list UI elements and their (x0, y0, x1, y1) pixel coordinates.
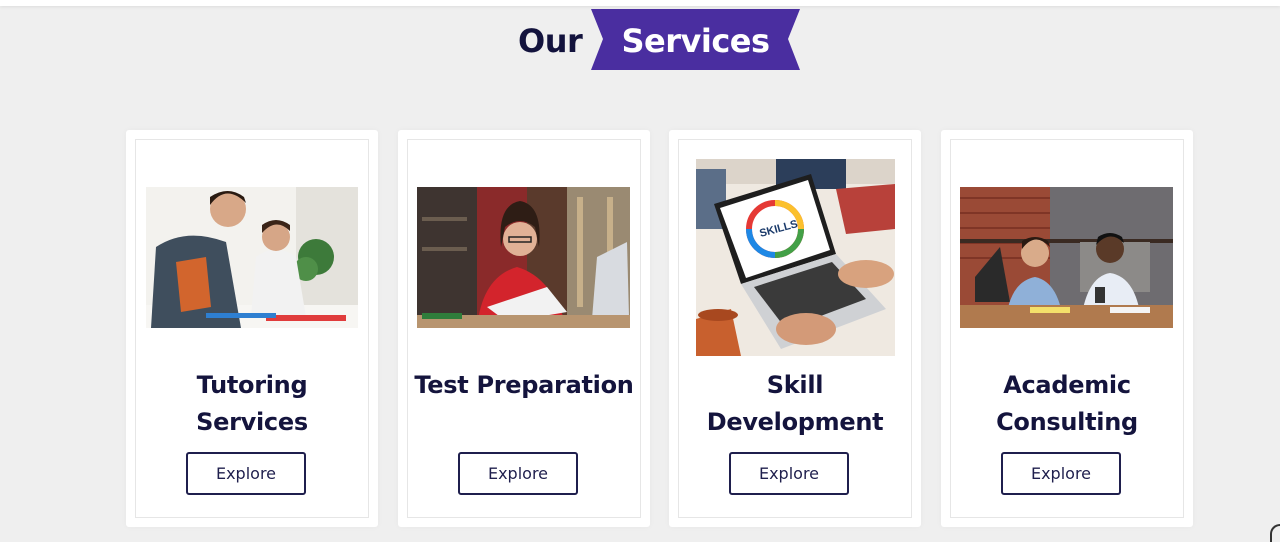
service-card-test-preparation: Test Preparation Explore (398, 130, 650, 527)
section-heading: Our Services (0, 8, 1280, 70)
card-title-line1: Skill (766, 371, 824, 399)
service-card-academic-consulting: Academic Consulting Explore (941, 130, 1193, 527)
heading-word-our: Our (518, 22, 583, 60)
test-prep-photo (417, 187, 630, 328)
explore-button[interactable]: Explore (729, 452, 849, 495)
tutoring-photo (146, 187, 358, 328)
heading-banner: Services (591, 9, 800, 70)
card-title-line2: Services (196, 408, 308, 436)
service-card-skill-development: SKILLS Skill Development Explore (669, 130, 921, 527)
card-title-line2: Development (706, 408, 884, 436)
explore-button[interactable]: Explore (458, 452, 578, 495)
card-title-line2: Consulting (996, 408, 1138, 436)
top-nav-bar (0, 0, 1280, 6)
card-title-line1: Tutoring (196, 371, 308, 399)
explore-button[interactable]: Explore (186, 452, 306, 495)
consulting-photo (960, 187, 1173, 328)
card-title-line1: Academic (1003, 371, 1131, 399)
card-title-line1: Test Preparation (414, 371, 634, 399)
heading-word-services: Services (621, 22, 770, 60)
service-card-tutoring: Tutoring Services Explore (126, 130, 378, 527)
partial-chat-icon[interactable] (1270, 524, 1280, 542)
explore-button[interactable]: Explore (1001, 452, 1121, 495)
skills-laptop-photo: SKILLS (696, 159, 895, 356)
